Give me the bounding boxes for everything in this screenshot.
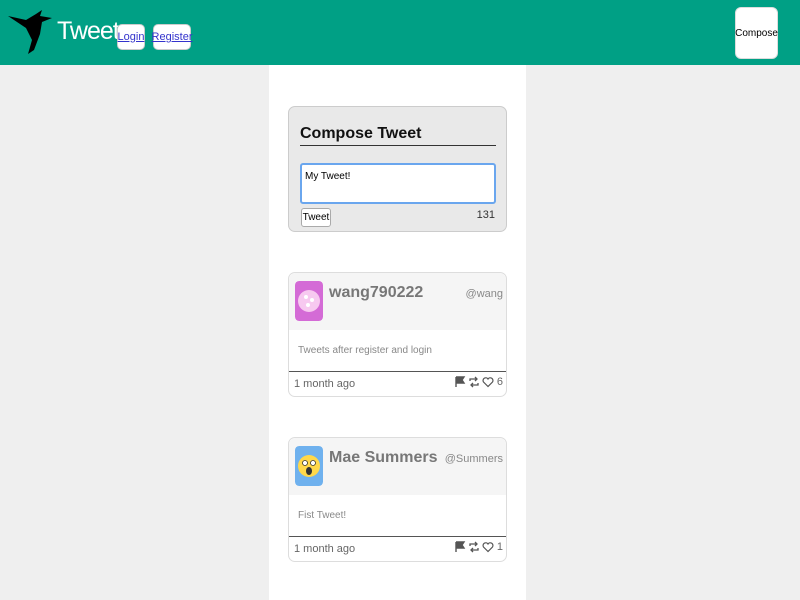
tweet-input[interactable]: My Tweet! bbox=[300, 163, 496, 204]
heart-icon[interactable] bbox=[482, 376, 494, 388]
tweet-username[interactable]: Mae Summers bbox=[329, 449, 438, 467]
flag-icon[interactable] bbox=[454, 541, 466, 553]
tweet-time: 1 month ago bbox=[294, 378, 356, 390]
flag-icon[interactable] bbox=[454, 376, 466, 388]
tweet-footer: 1 month ago 1 bbox=[289, 537, 506, 560]
like-count: 6 bbox=[496, 376, 503, 388]
tweet-card: wang790222 @wang Tweets after register a… bbox=[288, 272, 507, 397]
heart-icon[interactable] bbox=[482, 541, 494, 553]
retweet-icon[interactable] bbox=[468, 541, 480, 553]
surprised-face-avatar bbox=[295, 446, 323, 486]
like-count: 1 bbox=[496, 541, 503, 553]
register-link[interactable]: Register bbox=[152, 24, 192, 50]
tweet-header: wang790222 @wang bbox=[289, 273, 506, 330]
retweet-icon[interactable] bbox=[468, 376, 480, 388]
tweet-footer: 1 month ago 6 bbox=[289, 372, 506, 395]
compose-title: Compose Tweet bbox=[300, 125, 496, 146]
tweet-header: Mae Summers @Summers bbox=[289, 438, 506, 495]
top-bar: Tweeter Login Register Compose bbox=[0, 0, 800, 65]
tweet-card: Mae Summers @Summers Fist Tweet! 1 month… bbox=[288, 437, 507, 562]
tweet-username[interactable]: wang790222 bbox=[329, 284, 423, 302]
compose-card: Compose Tweet My Tweet! Tweet 131 bbox=[288, 106, 507, 232]
tweet-actions: 6 bbox=[454, 376, 503, 388]
tweet-text: Tweets after register and login bbox=[298, 345, 432, 356]
tweet-handle[interactable]: @Summers bbox=[445, 453, 503, 465]
pink-cookie-avatar bbox=[295, 281, 323, 321]
tweet-actions: 1 bbox=[454, 541, 503, 553]
hummingbird-icon[interactable] bbox=[6, 6, 54, 54]
tweet-button[interactable]: Tweet bbox=[301, 208, 331, 227]
login-link[interactable]: Login bbox=[117, 24, 145, 50]
tweet-text: Fist Tweet! bbox=[298, 510, 347, 521]
tweet-handle[interactable]: @wang bbox=[466, 288, 503, 300]
tweet-body: Fist Tweet! bbox=[289, 495, 506, 537]
tweet-time: 1 month ago bbox=[294, 543, 356, 555]
tweet-body: Tweets after register and login bbox=[289, 330, 506, 372]
char-count: 131 bbox=[476, 209, 495, 221]
compose-button[interactable]: Compose bbox=[735, 7, 778, 59]
